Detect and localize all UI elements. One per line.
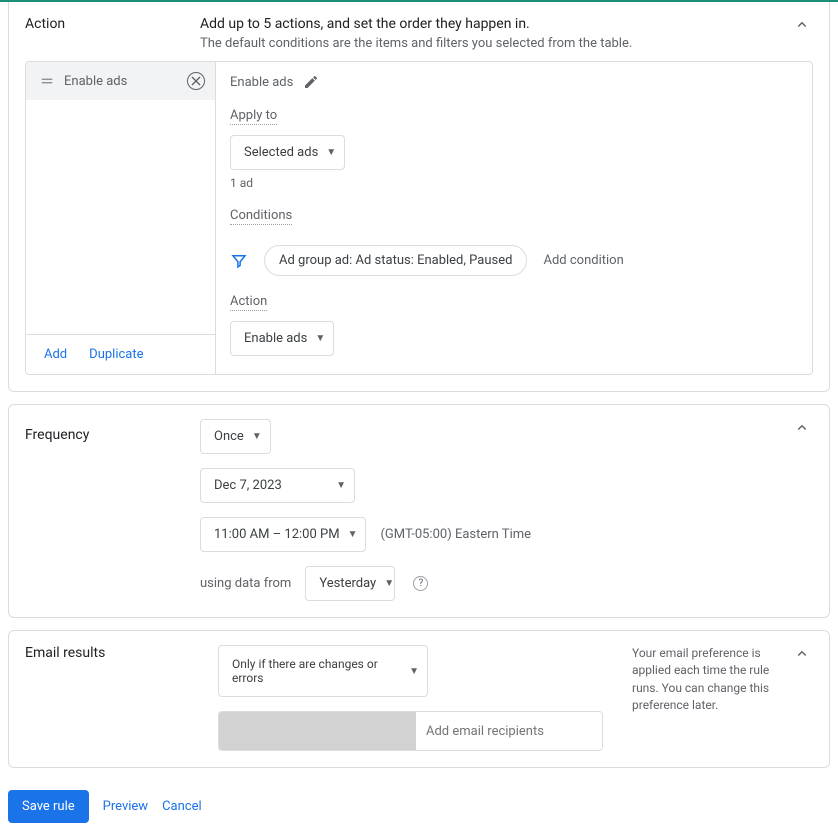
apply-to-hint: 1 ad bbox=[230, 176, 798, 190]
edit-action-name-button[interactable] bbox=[303, 74, 319, 90]
action-list-footer: Add Duplicate bbox=[26, 334, 215, 374]
dropdown-arrow-icon: ▼ bbox=[336, 480, 346, 491]
add-condition-button[interactable]: Add condition bbox=[543, 253, 623, 268]
dropdown-arrow-icon: ▼ bbox=[384, 578, 394, 589]
data-from-dropdown[interactable]: Yesterday ▼ bbox=[305, 566, 395, 601]
action-subtitle: The default conditions are the items and… bbox=[200, 36, 813, 51]
email-recipients-box bbox=[218, 711, 603, 751]
collapse-frequency-button[interactable] bbox=[793, 419, 811, 437]
drag-handle-icon[interactable] bbox=[40, 74, 54, 88]
conditions-label: Conditions bbox=[230, 208, 292, 225]
frequency-section-label: Frequency bbox=[25, 419, 200, 443]
frequency-time-value: 11:00 AM – 12:00 PM bbox=[214, 527, 340, 542]
help-icon[interactable]: ? bbox=[413, 576, 428, 591]
apply-to-dropdown[interactable]: Selected ads ▼ bbox=[230, 135, 345, 170]
apply-to-value: Selected ads bbox=[244, 145, 318, 160]
data-from-value: Yesterday bbox=[319, 576, 376, 591]
action-section-label: Action bbox=[25, 16, 200, 32]
remove-action-button[interactable] bbox=[187, 72, 205, 90]
frequency-repeat-value: Once bbox=[214, 429, 244, 444]
frequency-time-dropdown[interactable]: 11:00 AM – 12:00 PM ▼ bbox=[200, 517, 366, 552]
action-detail-title: Enable ads bbox=[230, 75, 293, 90]
action-detail: Enable ads Apply to Selected ads ▼ 1 ad … bbox=[216, 62, 812, 374]
action-type-dropdown[interactable]: Enable ads ▼ bbox=[230, 321, 334, 356]
email-recipient-chip[interactable] bbox=[219, 712, 416, 750]
email-note: Your email preference is applied each ti… bbox=[632, 645, 813, 751]
email-panel: Email results Only if there are changes … bbox=[8, 630, 830, 768]
apply-to-block: Apply to Selected ads ▼ 1 ad bbox=[230, 108, 798, 190]
footer: Save rule Preview Cancel bbox=[0, 780, 838, 837]
email-recipients-input[interactable] bbox=[416, 712, 602, 750]
dropdown-arrow-icon: ▼ bbox=[252, 431, 262, 442]
filter-icon bbox=[230, 252, 248, 270]
email-pref-dropdown[interactable]: Only if there are changes or errors ▼ bbox=[218, 645, 428, 697]
action-title: Add up to 5 actions, and set the order t… bbox=[200, 16, 813, 32]
email-section-label: Email results bbox=[25, 645, 204, 661]
condition-chip[interactable]: Ad group ad: Ad status: Enabled, Paused bbox=[264, 245, 527, 276]
add-action-button[interactable]: Add bbox=[44, 347, 67, 362]
collapse-email-button[interactable] bbox=[793, 645, 811, 663]
action-header: Action Add up to 5 actions, and set the … bbox=[9, 2, 829, 61]
frequency-date-value: Dec 7, 2023 bbox=[214, 478, 282, 493]
frequency-repeat-dropdown[interactable]: Once ▼ bbox=[200, 419, 271, 454]
frequency-header: Frequency Once ▼ Dec 7, 2023 ▼ 11:00 AM … bbox=[9, 405, 829, 605]
action-type-block: Action Enable ads ▼ bbox=[230, 294, 798, 356]
dropdown-arrow-icon: ▼ bbox=[348, 529, 358, 540]
action-list-spacer bbox=[26, 100, 215, 334]
timezone-label: (GMT-05:00) Eastern Time bbox=[380, 527, 531, 542]
action-panel: Action Add up to 5 actions, and set the … bbox=[8, 2, 830, 392]
action-inner-frame: Enable ads Add Duplicate Enable ads Appl… bbox=[25, 61, 813, 375]
dropdown-arrow-icon: ▼ bbox=[315, 333, 325, 344]
collapse-action-button[interactable] bbox=[793, 16, 811, 34]
dropdown-arrow-icon: ▼ bbox=[326, 147, 336, 158]
duplicate-action-button[interactable]: Duplicate bbox=[89, 347, 143, 362]
action-list: Enable ads Add Duplicate bbox=[26, 62, 216, 374]
frequency-panel: Frequency Once ▼ Dec 7, 2023 ▼ 11:00 AM … bbox=[8, 404, 830, 618]
conditions-block: Conditions Ad group ad: Ad status: Enabl… bbox=[230, 208, 798, 276]
action-list-item[interactable]: Enable ads bbox=[26, 62, 215, 100]
frequency-date-dropdown[interactable]: Dec 7, 2023 ▼ bbox=[200, 468, 355, 503]
apply-to-label: Apply to bbox=[230, 108, 277, 125]
action-item-label: Enable ads bbox=[64, 74, 177, 89]
action-type-value: Enable ads bbox=[244, 331, 307, 346]
dropdown-arrow-icon: ▼ bbox=[409, 666, 419, 677]
email-pref-value: Only if there are changes or errors bbox=[232, 657, 401, 685]
using-data-from-label: using data from bbox=[200, 576, 291, 591]
action-type-label: Action bbox=[230, 294, 267, 311]
